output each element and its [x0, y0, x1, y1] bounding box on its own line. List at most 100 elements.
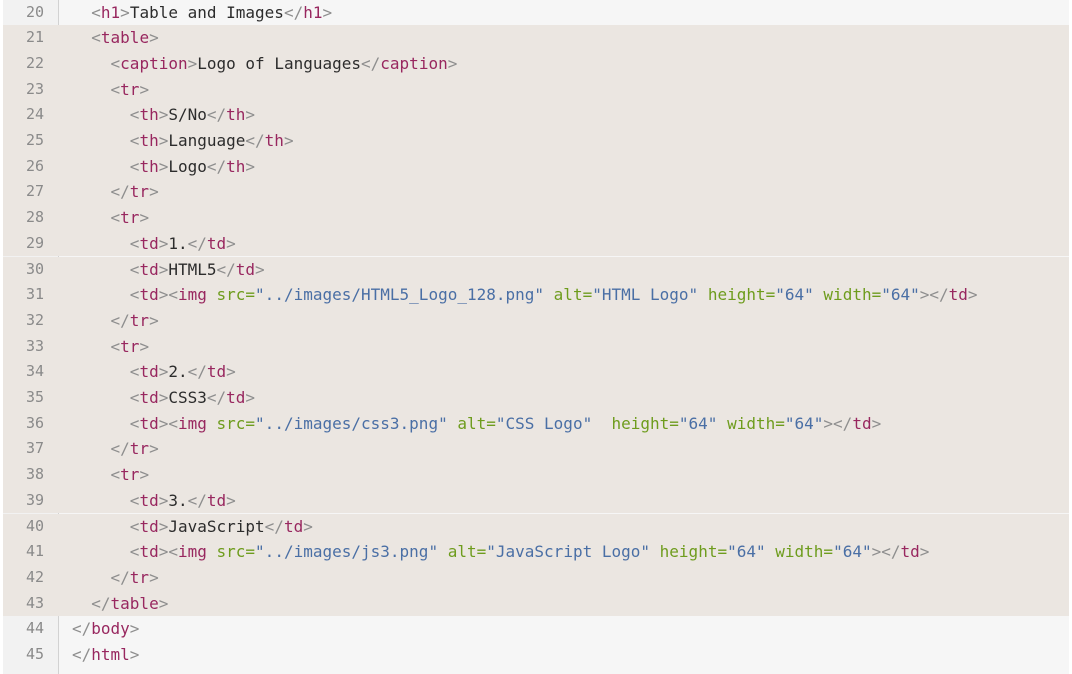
code-line: 21 <table> [3, 25, 1069, 51]
code-text: <tr> [72, 205, 150, 231]
token-punctuation: > [303, 516, 313, 536]
code-line: 38 <tr> [3, 462, 1069, 488]
token-punctuation: > [158, 259, 169, 279]
line-number: 45 [25, 645, 44, 663]
line-number: 29 [25, 233, 44, 252]
code-line: 30 <td>HTML5</td> [3, 256, 1069, 283]
line-number: 20 [25, 2, 44, 21]
token-punctuation: >< [158, 542, 178, 562]
code-line: 27 </tr> [3, 179, 1069, 206]
code-line: 33 <tr> [3, 333, 1069, 360]
token-tag-name: table [110, 593, 159, 613]
token-punctuation: > [149, 310, 159, 330]
token-punctuation: > [158, 362, 169, 382]
code-text: <td><img src="../images/css3.png" alt="C… [72, 411, 881, 437]
token-punctuation: < [110, 208, 121, 228]
token-punctuation: > [149, 182, 159, 202]
token-attr-value: "64" [881, 285, 920, 305]
code-text: </tr> [72, 565, 159, 591]
line-number: 23 [25, 79, 44, 98]
token-tag-name: img [177, 542, 207, 562]
line-number: 34 [25, 362, 44, 381]
line-number: 28 [25, 208, 44, 227]
token-tag-name: tr [120, 336, 140, 356]
code-line: 26 <th>Logo</th> [3, 153, 1069, 180]
token-punctuation: > [255, 259, 265, 279]
line-number: 21 [25, 28, 44, 47]
token-punctuation: < [91, 2, 101, 22]
line-number: 25 [25, 131, 44, 149]
token-punctuation: > [129, 619, 140, 639]
token-punctuation: < [110, 53, 121, 73]
token-attr-name: height= [659, 542, 728, 562]
token-punctuation: < [110, 336, 121, 356]
token-tag-name: tr [129, 439, 150, 459]
token-tag-name: th [226, 105, 246, 125]
token-punctuation: > [129, 645, 140, 664]
token-punctuation: > [158, 105, 169, 125]
token-text: Language [168, 131, 246, 150]
token-text: Table and Images [129, 2, 284, 22]
token-attr-name: src= [216, 542, 256, 562]
line-number: 35 [25, 388, 44, 406]
token-punctuation: > [158, 156, 169, 176]
token-tag-name: tr [120, 208, 140, 228]
token-text: JavaScript [168, 516, 265, 536]
token-punctuation: > [158, 516, 169, 536]
code-text: </tr> [72, 436, 159, 462]
token-attr-name: width= [727, 413, 785, 433]
token-punctuation: ></ [823, 413, 853, 433]
code-line: 43 </table> [3, 590, 1069, 617]
token-attr-name: src= [216, 285, 256, 305]
token-punctuation: > [158, 593, 169, 613]
line-number: 27 [25, 182, 44, 201]
token-tag-name: img [177, 413, 207, 433]
token-tag-name: td [139, 388, 159, 407]
token-punctuation: < [129, 131, 140, 150]
code-text: <h1>Table and Images</h1> [72, 0, 332, 25]
token-punctuation: < [129, 388, 140, 407]
token-punctuation: < [129, 413, 140, 433]
code-text: <th>Language</th> [72, 128, 294, 154]
token-tag-name: td [852, 413, 872, 433]
code-text: <td>3.</td> [72, 488, 236, 514]
code-text: </tr> [72, 179, 159, 205]
token-tag-name: tr [120, 465, 140, 485]
token-attr-value: "../images/css3.png" [255, 413, 448, 433]
token-tag-name: td [206, 233, 227, 253]
token-attr-value: "JavaScript Logo" [486, 542, 651, 562]
token-punctuation: > [245, 105, 256, 125]
token-text: HTML5 [168, 259, 217, 279]
token-punctuation: </ [91, 593, 111, 613]
token-punctuation: > [158, 388, 169, 407]
token-punctuation: > [158, 233, 169, 253]
token-punctuation: > [322, 2, 333, 22]
token-attr-name: alt= [447, 542, 487, 562]
code-text: <td>1.</td> [72, 231, 236, 257]
token-punctuation: > [919, 542, 930, 562]
token-punctuation: < [129, 105, 140, 125]
token-text: Logo [168, 156, 207, 176]
line-number: 31 [25, 285, 44, 304]
line-number: 40 [25, 516, 44, 535]
token-text: CSS3 [168, 388, 207, 407]
code-text: <td><img src="../images/js3.png" alt="Ja… [72, 539, 930, 565]
token-punctuation: > [149, 439, 159, 459]
token-punctuation: </ [187, 362, 207, 382]
token-attr-name: src= [216, 413, 256, 433]
line-number: 42 [25, 567, 44, 586]
token-punctuation: > [283, 131, 294, 150]
token-tag-name: td [206, 362, 227, 382]
